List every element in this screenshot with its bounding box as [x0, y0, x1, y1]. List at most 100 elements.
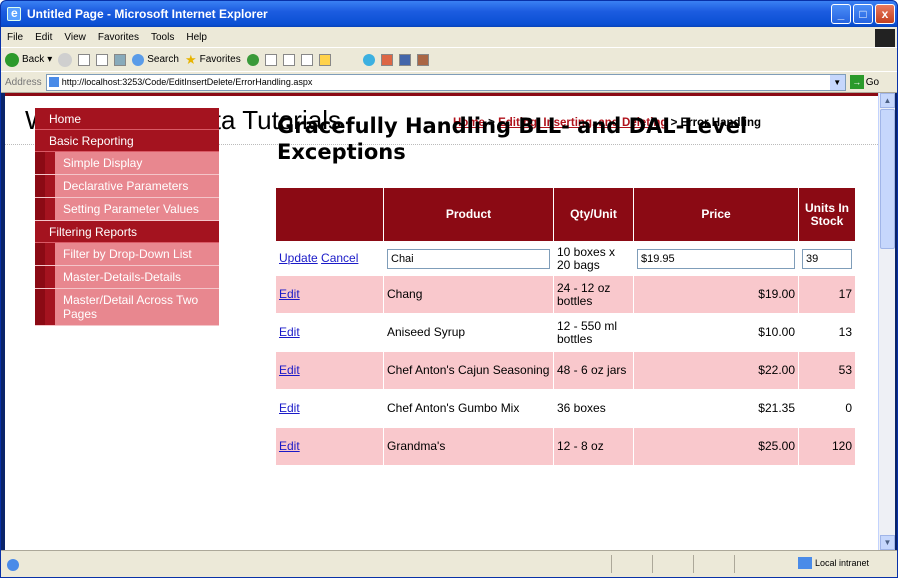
product-cell: Chang: [383, 275, 554, 314]
sidebar-item-master-detail-two-pages[interactable]: Master/Detail Across Two Pages: [35, 289, 219, 326]
back-arrow-icon: [5, 52, 19, 67]
zone-label: Local intranet: [814, 558, 869, 568]
sidebar-item-master-details-details[interactable]: Master-Details-Details: [35, 266, 219, 289]
maximize-button[interactable]: □: [853, 4, 873, 24]
price-cell: $25.00: [633, 427, 799, 466]
product-cell: Chef Anton's Cajun Seasoning: [383, 351, 554, 390]
favorites-button[interactable]: ★ Favorites: [185, 52, 241, 68]
menu-view[interactable]: View: [64, 32, 86, 43]
address-url: http://localhost:3253/Code/EditInsertDel…: [61, 77, 313, 87]
favorites-label: Favorites: [199, 54, 241, 65]
page-done-icon: [7, 559, 19, 571]
edit-link[interactable]: Edit: [279, 363, 300, 377]
back-button[interactable]: Back ▾: [5, 52, 53, 67]
menu-help[interactable]: Help: [186, 32, 207, 43]
scroll-down-icon[interactable]: ▼: [880, 535, 895, 550]
sidebar-item-home[interactable]: Home: [35, 108, 219, 130]
product-cell: Aniseed Syrup: [383, 313, 554, 352]
table-row-editing: Update Cancel 10 boxes x 20 bags: [275, 241, 856, 276]
price-cell: $10.00: [633, 313, 799, 352]
qty-cell: 36 boxes: [553, 389, 634, 428]
sidebar-item-filter-by-dropdown[interactable]: Filter by Drop-Down List: [35, 243, 219, 266]
table-row: Edit Grandma's 12 - 8 oz $25.00 120: [275, 427, 856, 466]
edit-cell: Edit: [275, 389, 384, 428]
home-button[interactable]: [114, 53, 127, 66]
sidebar-item-declarative-parameters[interactable]: Declarative Parameters: [35, 175, 219, 198]
qty-cell: 12 - 550 ml bottles: [553, 313, 634, 352]
address-bar: Address http://localhost:3253/Code/EditI…: [1, 71, 897, 93]
go-arrow-icon: →: [849, 75, 864, 89]
go-button[interactable]: → Go: [849, 75, 879, 89]
product-name-input[interactable]: [387, 248, 550, 269]
security-zone: Local intranet: [797, 557, 869, 569]
price-cell: $22.00: [633, 351, 799, 390]
print-button[interactable]: [300, 53, 313, 66]
ie-icon: [7, 6, 21, 21]
vertical-scrollbar[interactable]: ▲ ▼: [878, 93, 895, 550]
mail-button[interactable]: [282, 53, 295, 66]
sidebar-item-basic-reporting[interactable]: Basic Reporting: [35, 130, 219, 152]
header-product[interactable]: Product: [383, 187, 554, 242]
edit-link[interactable]: Edit: [279, 439, 300, 453]
minimize-button[interactable]: _: [831, 4, 851, 24]
star-icon: ★: [184, 51, 197, 67]
status-bar: Local intranet: [1, 550, 897, 577]
sidebar-item-setting-parameter-values[interactable]: Setting Parameter Values: [35, 198, 219, 221]
sidebar-item-filtering-reports[interactable]: Filtering Reports: [35, 221, 219, 243]
research-button[interactable]: [380, 53, 393, 66]
units-in-stock-input[interactable]: [802, 248, 852, 269]
title-bar: Untitled Page - Microsoft Internet Explo…: [1, 1, 897, 27]
product-cell: [383, 241, 554, 276]
stock-cell: 53: [798, 351, 856, 390]
chevron-down-icon: ▾: [47, 54, 53, 65]
cancel-link[interactable]: Cancel: [321, 251, 358, 265]
table-row: Edit Aniseed Syrup 12 - 550 ml bottles $…: [275, 313, 856, 352]
menu-favorites[interactable]: Favorites: [98, 32, 139, 43]
qty-cell: 48 - 6 oz jars: [553, 351, 634, 390]
price-cell: $21.35: [633, 389, 799, 428]
sidebar-item-simple-display[interactable]: Simple Display: [35, 152, 219, 175]
edit-cell: Edit: [275, 275, 384, 314]
sidebar-nav: Home Basic Reporting Simple Display Decl…: [35, 108, 219, 326]
menu-file[interactable]: File: [7, 32, 23, 43]
folder-button[interactable]: [318, 53, 331, 66]
edit-link[interactable]: Edit: [279, 325, 300, 339]
table-row: Edit Chang 24 - 12 oz bottles $19.00 17: [275, 275, 856, 314]
media-button[interactable]: [246, 53, 259, 66]
stock-cell: [798, 241, 856, 276]
header-actions: [275, 187, 384, 242]
tool-button[interactable]: [398, 53, 411, 66]
forward-button[interactable]: [58, 52, 73, 67]
stock-cell: 120: [798, 427, 856, 466]
stock-cell: 0: [798, 389, 856, 428]
header-qty-unit[interactable]: Qty/Unit: [553, 187, 634, 242]
stock-cell: 13: [798, 313, 856, 352]
messenger-button[interactable]: [362, 53, 375, 66]
refresh-button[interactable]: [96, 53, 109, 66]
header-units-in-stock[interactable]: Units In Stock: [798, 187, 856, 242]
price-input[interactable]: [637, 248, 795, 269]
extra-button[interactable]: [416, 53, 429, 66]
edit-link[interactable]: Edit: [279, 287, 300, 301]
update-link[interactable]: Update: [279, 251, 318, 265]
search-button[interactable]: Search: [132, 53, 179, 66]
scroll-thumb[interactable]: [880, 109, 895, 249]
qty-cell: 10 boxes x 20 bags: [553, 241, 634, 276]
chevron-down-icon[interactable]: ▼: [829, 74, 845, 90]
products-grid: Product Qty/Unit Price Units In Stock Up…: [275, 187, 856, 466]
history-button[interactable]: [264, 53, 277, 66]
menu-tools[interactable]: Tools: [151, 32, 174, 43]
close-button[interactable]: x: [875, 4, 895, 24]
page-icon: [48, 77, 59, 87]
windows-logo-icon: [875, 29, 895, 47]
edit-cell: Edit: [275, 427, 384, 466]
scroll-up-icon[interactable]: ▲: [880, 93, 895, 108]
menu-edit[interactable]: Edit: [35, 32, 52, 43]
table-row: Edit Chef Anton's Cajun Seasoning 48 - 6…: [275, 351, 856, 390]
browser-window: Untitled Page - Microsoft Internet Explo…: [0, 0, 898, 578]
address-input[interactable]: http://localhost:3253/Code/EditInsertDel…: [45, 73, 846, 91]
stop-button[interactable]: [78, 53, 91, 66]
edit-link[interactable]: Edit: [279, 401, 300, 415]
header-price[interactable]: Price: [633, 187, 799, 242]
edit-actions-cell: Update Cancel: [275, 241, 384, 276]
